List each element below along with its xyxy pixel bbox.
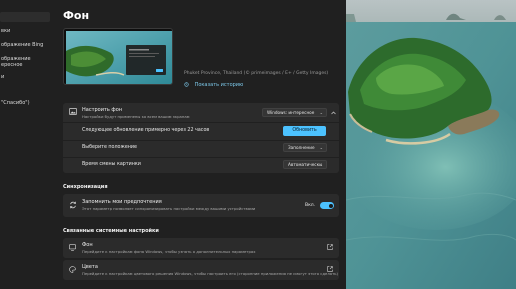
chevron-down-icon: ⌄ <box>319 145 323 150</box>
sidebar-item-interesting[interactable]: ересное <box>0 60 50 70</box>
divider <box>63 140 339 141</box>
desktop-wallpaper <box>346 0 516 289</box>
interval-value: Автоматически <box>288 162 322 167</box>
related-item-background[interactable]: Фон Перейдите к настройкам фона Windows,… <box>63 238 339 258</box>
sync-section-title: Синхронизация <box>63 184 108 190</box>
related-item-colors[interactable]: Цвета Перейдите к настройкам цветового р… <box>63 260 339 280</box>
sync-toggle[interactable] <box>320 202 334 209</box>
sync-icon <box>70 201 76 209</box>
history-icon <box>184 82 189 87</box>
sidebar-item-thanks[interactable]: "Спасибо") <box>0 98 50 108</box>
position-dropdown[interactable]: Заполнение ⌄ <box>283 143 327 152</box>
related-item-subtitle: Перейдите к настройкам цветового решения… <box>82 271 338 276</box>
external-link-icon <box>327 244 333 250</box>
chevron-down-icon: ⌄ <box>319 162 323 167</box>
related-section-title: Связанные системные настройки <box>63 228 159 234</box>
page-title: Фон <box>63 9 90 22</box>
toggle-knob <box>328 203 333 208</box>
refresh-button[interactable]: Обновить <box>283 126 326 136</box>
related-item-title: Фон <box>82 242 93 248</box>
sync-card: Запомнить мои предпочтения Этот параметр… <box>63 194 339 217</box>
related-item-subtitle: Перейдите к настройкам фона Windows, что… <box>82 249 256 254</box>
sidebar-item-selected[interactable] <box>0 12 50 22</box>
wallpaper-preview <box>63 28 173 85</box>
personalize-card: Настроить фон Настройки будут применены … <box>63 103 339 173</box>
position-value: Заполнение <box>288 145 315 150</box>
divider <box>63 157 339 158</box>
palette-icon <box>69 266 76 273</box>
chevron-down-icon: ⌄ <box>319 110 323 115</box>
background-type-value: Windows: интересное <box>267 110 315 115</box>
sidebar-item-other[interactable]: и <box>0 72 50 82</box>
related-item-title: Цвета <box>82 264 98 270</box>
background-type-dropdown[interactable]: Windows: интересное ⌄ <box>262 108 327 117</box>
image-icon <box>69 108 77 115</box>
chevron-up-icon[interactable] <box>331 111 336 115</box>
interval-label: Время смены картинки <box>82 162 141 167</box>
show-history-label: Показать историю <box>194 82 244 88</box>
personalize-subtitle: Настройки будут применены ко всем вашим … <box>82 114 190 119</box>
sync-title: Запомнить мои предпочтения <box>82 199 162 205</box>
personalize-title: Настроить фон <box>82 107 123 113</box>
sidebar-item-features[interactable]: вки <box>0 26 50 36</box>
sidebar: вки ображение Bing ображение ересное и "… <box>0 0 50 289</box>
divider <box>63 122 339 123</box>
interval-dropdown[interactable]: Автоматически ⌄ <box>283 160 327 169</box>
sync-subtitle: Этот параметр позволяет синхронизировать… <box>82 206 256 211</box>
wallpaper-image <box>346 0 516 289</box>
next-update-label: Следующее обновление примерно через 22 ч… <box>82 128 210 133</box>
sync-toggle-state: Вкл. <box>305 203 316 208</box>
display-icon <box>69 244 76 251</box>
external-link-icon <box>327 266 333 272</box>
sidebar-item-bing-image[interactable]: ображение Bing <box>0 40 50 50</box>
show-history-link[interactable]: Показать историю <box>184 82 243 88</box>
settings-pane: Фон Phuket Province, Thailand (© primeim… <box>50 0 346 289</box>
image-credit: Phuket Province, Thailand (© primeimages… <box>184 71 329 76</box>
position-label: Выберите положение <box>82 145 137 150</box>
preview-image <box>66 31 172 84</box>
